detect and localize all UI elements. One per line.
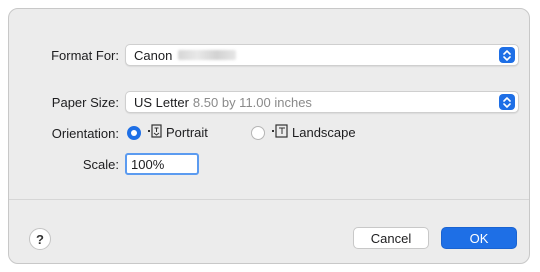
popup-stepper-icon <box>499 94 515 110</box>
orientation-label: Orientation: <box>51 126 119 141</box>
portrait-radio[interactable] <box>127 125 141 140</box>
paper-size-label: Paper Size: <box>51 95 119 110</box>
portrait-label: Portrait <box>166 125 208 140</box>
format-for-label: Format For: <box>51 48 119 63</box>
popup-stepper-icon <box>499 47 515 63</box>
landscape-icon <box>271 124 288 141</box>
format-for-popup[interactable]: Canon <box>125 44 519 66</box>
paper-size-popup[interactable]: US Letter 8.50 by 11.00 inches <box>125 91 519 113</box>
scale-label: Scale: <box>82 157 119 172</box>
ok-button[interactable]: OK <box>441 227 517 249</box>
dialog-separator <box>9 199 529 200</box>
page-setup-dialog: Format For: Canon Paper Size: US Letter … <box>8 8 530 264</box>
help-button[interactable]: ? <box>29 228 51 250</box>
landscape-radio[interactable] <box>251 125 265 140</box>
paper-size-detail: 8.50 by 11.00 inches <box>192 94 312 110</box>
scale-input[interactable] <box>125 153 199 175</box>
orientation-landscape-option[interactable]: Landscape <box>251 124 356 141</box>
orientation-portrait-option[interactable]: Portrait <box>127 124 208 141</box>
printer-model-redacted <box>178 50 237 60</box>
cancel-button[interactable]: Cancel <box>353 227 429 249</box>
portrait-icon <box>147 124 162 141</box>
landscape-label: Landscape <box>292 125 356 140</box>
format-for-value: Canon <box>134 47 173 63</box>
paper-size-value: US Letter <box>134 94 189 110</box>
